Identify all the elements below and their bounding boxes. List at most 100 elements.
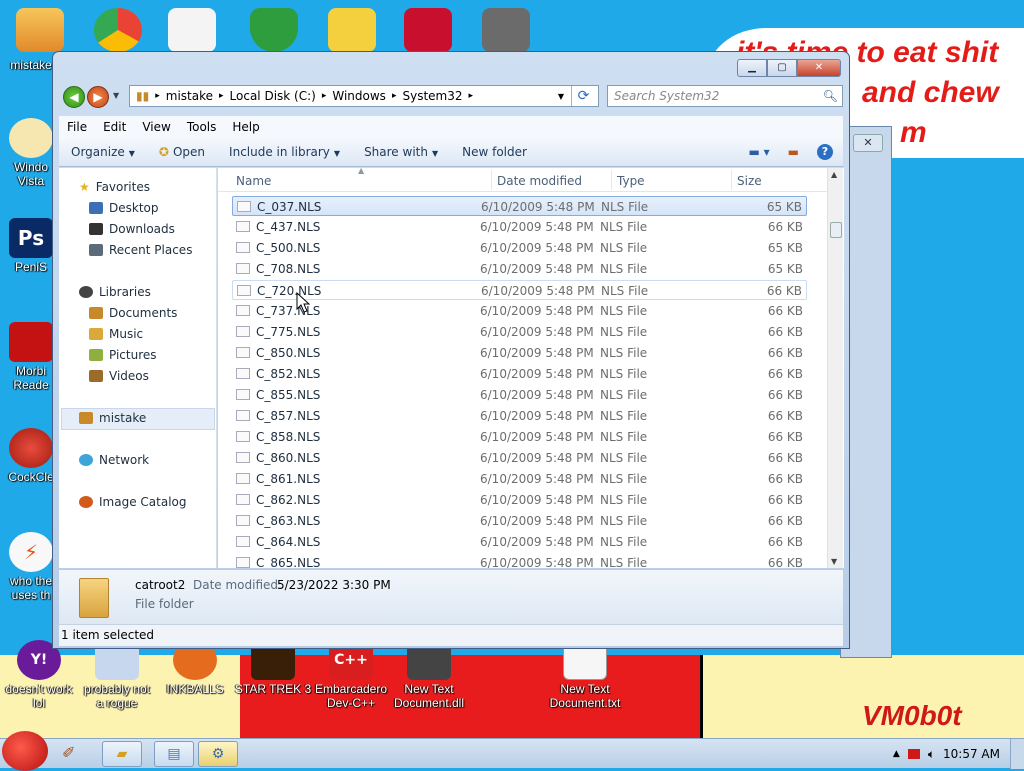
taskbar-explorer-button[interactable]: ▰ bbox=[102, 741, 142, 767]
file-row[interactable]: C_437.NLS 6/10/2009 5:48 PM NLS File 66 KB bbox=[232, 217, 807, 237]
settings-app-icon[interactable] bbox=[482, 8, 530, 52]
file-row[interactable]: C_852.NLS 6/10/2009 5:48 PM NLS File 66 KB bbox=[232, 364, 807, 384]
taskbar-app-button[interactable]: ⚙ bbox=[198, 741, 238, 767]
address-bar[interactable]: ▮▮ ▸ mistake ▸ Local Disk (C:) ▸ Windows… bbox=[129, 85, 599, 107]
forward-button[interactable]: ▶ bbox=[87, 86, 109, 108]
chevron-right-icon[interactable]: ▸ bbox=[155, 91, 160, 101]
nav-recent-places[interactable]: Recent Places bbox=[89, 243, 192, 257]
preview-pane-icon[interactable]: ▬ bbox=[788, 145, 799, 159]
desktop-icon-devcpp[interactable]: C++ Embarcadero Dev-C++ bbox=[312, 640, 390, 710]
breadcrumb-system32[interactable]: System32 bbox=[402, 89, 462, 103]
nav-libraries[interactable]: Libraries bbox=[79, 285, 151, 299]
chrome-icon[interactable] bbox=[94, 8, 142, 52]
chevron-right-icon[interactable]: ▸ bbox=[219, 91, 224, 101]
nav-desktop[interactable]: Desktop bbox=[89, 201, 159, 215]
search-icon[interactable]: 🔍︎ bbox=[823, 86, 838, 106]
angry-birds-pig-icon[interactable] bbox=[328, 8, 376, 52]
file-row[interactable]: C_860.NLS 6/10/2009 5:48 PM NLS File 66 KB bbox=[232, 448, 807, 468]
desktop-icon-new-text-dll[interactable]: New Text Document.dll bbox=[390, 640, 468, 710]
include-in-library-button[interactable]: Include in library ▼ bbox=[217, 145, 352, 159]
clock[interactable]: 10:57 AM bbox=[943, 747, 1000, 761]
file-row[interactable]: C_862.NLS 6/10/2009 5:48 PM NLS File 66 KB bbox=[232, 490, 807, 510]
column-size[interactable]: Size bbox=[737, 174, 762, 188]
breadcrumb-local-disk[interactable]: Local Disk (C:) bbox=[230, 89, 316, 103]
nav-network[interactable]: Network bbox=[79, 453, 149, 467]
file-row[interactable]: C_720.NLS 6/10/2009 5:48 PM NLS File 66 KB bbox=[232, 280, 807, 300]
menu-tools[interactable]: Tools bbox=[179, 120, 225, 134]
file-row[interactable]: C_737.NLS 6/10/2009 5:48 PM NLS File 66 KB bbox=[232, 301, 807, 321]
nav-favorites[interactable]: ★ Favorites bbox=[79, 180, 150, 194]
search-input[interactable]: Search System32 🔍︎ bbox=[607, 85, 843, 107]
security-shield-icon[interactable] bbox=[250, 8, 298, 52]
chevron-right-icon[interactable]: ▸ bbox=[392, 91, 397, 101]
menu-file[interactable]: File bbox=[59, 120, 95, 134]
scroll-up-arrow-icon[interactable]: ▲ bbox=[831, 170, 837, 179]
column-type[interactable]: Type bbox=[617, 174, 645, 188]
solitaire-icon[interactable] bbox=[168, 8, 216, 52]
file-list[interactable]: Name ▲ Date modified Type Size C_037.NLS… bbox=[218, 168, 844, 568]
vertical-scrollbar[interactable]: ▲ ▼ bbox=[827, 168, 843, 568]
scroll-thumb[interactable] bbox=[830, 222, 842, 238]
refresh-button[interactable]: ⟳ bbox=[571, 86, 595, 106]
recent-pages-dropdown[interactable]: ▼ bbox=[113, 91, 119, 100]
show-desktop-button[interactable] bbox=[1010, 739, 1024, 769]
file-row[interactable]: C_863.NLS 6/10/2009 5:48 PM NLS File 66 KB bbox=[232, 511, 807, 531]
file-row[interactable]: C_855.NLS 6/10/2009 5:48 PM NLS File 66 KB bbox=[232, 385, 807, 405]
file-row[interactable]: C_857.NLS 6/10/2009 5:48 PM NLS File 66 KB bbox=[232, 406, 807, 426]
column-date-modified[interactable]: Date modified bbox=[497, 174, 582, 188]
close-button[interactable]: ✕ bbox=[797, 59, 841, 77]
back-button[interactable]: ◀ bbox=[63, 86, 85, 108]
file-row[interactable]: C_037.NLS 6/10/2009 5:48 PM NLS File 65 KB bbox=[232, 196, 807, 216]
help-icon[interactable]: ? bbox=[817, 143, 833, 160]
nav-videos[interactable]: Videos bbox=[89, 369, 149, 383]
file-row[interactable]: C_864.NLS 6/10/2009 5:48 PM NLS File 66 KB bbox=[232, 532, 807, 552]
file-row[interactable]: C_708.NLS 6/10/2009 5:48 PM NLS File 65 KB bbox=[232, 259, 807, 279]
show-hidden-icons-icon[interactable]: ▲ bbox=[893, 749, 900, 759]
nav-downloads[interactable]: Downloads bbox=[89, 222, 175, 236]
share-with-button[interactable]: Share with ▼ bbox=[352, 145, 450, 159]
file-icon bbox=[236, 305, 250, 316]
nav-image-catalog[interactable]: Image Catalog bbox=[79, 495, 186, 509]
file-row[interactable]: C_850.NLS 6/10/2009 5:48 PM NLS File 66 KB bbox=[232, 343, 807, 363]
desktop-icon-new-text-txt[interactable]: New Text Document.txt bbox=[546, 640, 624, 710]
breadcrumb-windows[interactable]: Windows bbox=[332, 89, 386, 103]
address-dropdown-icon[interactable]: ▼ bbox=[558, 92, 564, 101]
quicklaunch-icon[interactable]: ✐ bbox=[62, 743, 75, 762]
file-row[interactable]: C_861.NLS 6/10/2009 5:48 PM NLS File 66 KB bbox=[232, 469, 807, 489]
minimize-button[interactable]: ▁ bbox=[737, 59, 767, 77]
nav-documents[interactable]: Documents bbox=[89, 306, 177, 320]
chevron-right-icon[interactable]: ▸ bbox=[322, 91, 327, 101]
file-row[interactable]: C_500.NLS 6/10/2009 5:48 PM NLS File 65 KB bbox=[232, 238, 807, 258]
nav-music[interactable]: Music bbox=[89, 327, 143, 341]
user-folder-icon[interactable] bbox=[16, 8, 64, 52]
logo-app-icon[interactable] bbox=[404, 8, 452, 52]
background-window-close-button[interactable]: ✕ bbox=[853, 134, 883, 152]
nav-mistake[interactable]: mistake bbox=[79, 411, 146, 425]
menu-view[interactable]: View bbox=[134, 120, 178, 134]
maximize-button[interactable]: ▢ bbox=[767, 59, 797, 77]
tray-app-icon[interactable] bbox=[907, 749, 920, 759]
column-divider[interactable] bbox=[491, 170, 492, 190]
column-name[interactable]: Name bbox=[236, 174, 271, 188]
chevron-right-icon[interactable]: ▸ bbox=[469, 91, 474, 101]
new-folder-button[interactable]: New folder bbox=[450, 145, 539, 159]
menu-help[interactable]: Help bbox=[224, 120, 267, 134]
menu-edit[interactable]: Edit bbox=[95, 120, 134, 134]
breadcrumb-mistake[interactable]: mistake bbox=[166, 89, 213, 103]
file-row[interactable]: C_865.NLS 6/10/2009 5:48 PM NLS File 66 KB bbox=[232, 553, 807, 568]
explorer-window[interactable]: ▁ ▢ ✕ ◀ ▶ ▼ ▮▮ ▸ mistake ▸ Local Disk (C… bbox=[52, 51, 850, 649]
open-button[interactable]: ✪ Open bbox=[147, 145, 217, 159]
start-button[interactable] bbox=[2, 731, 48, 771]
desktop-icon-rogue[interactable]: probably not a rogue bbox=[78, 640, 156, 710]
view-options-icon[interactable]: ▬ ▾ bbox=[748, 145, 769, 159]
column-divider[interactable] bbox=[611, 170, 612, 190]
scroll-down-arrow-icon[interactable]: ▼ bbox=[831, 557, 837, 566]
nav-pictures[interactable]: Pictures bbox=[89, 348, 157, 362]
taskbar-notepad-button[interactable]: ▤ bbox=[154, 741, 194, 767]
desktop-icon-yahoo[interactable]: Y! doesn't work lol bbox=[0, 640, 78, 710]
organize-button[interactable]: Organize ▼ bbox=[59, 145, 147, 159]
file-row[interactable]: C_775.NLS 6/10/2009 5:48 PM NLS File 66 KB bbox=[232, 322, 807, 342]
column-divider[interactable] bbox=[731, 170, 732, 190]
volume-icon[interactable]: 🔈︎ bbox=[928, 747, 935, 762]
file-row[interactable]: C_858.NLS 6/10/2009 5:48 PM NLS File 66 KB bbox=[232, 427, 807, 447]
